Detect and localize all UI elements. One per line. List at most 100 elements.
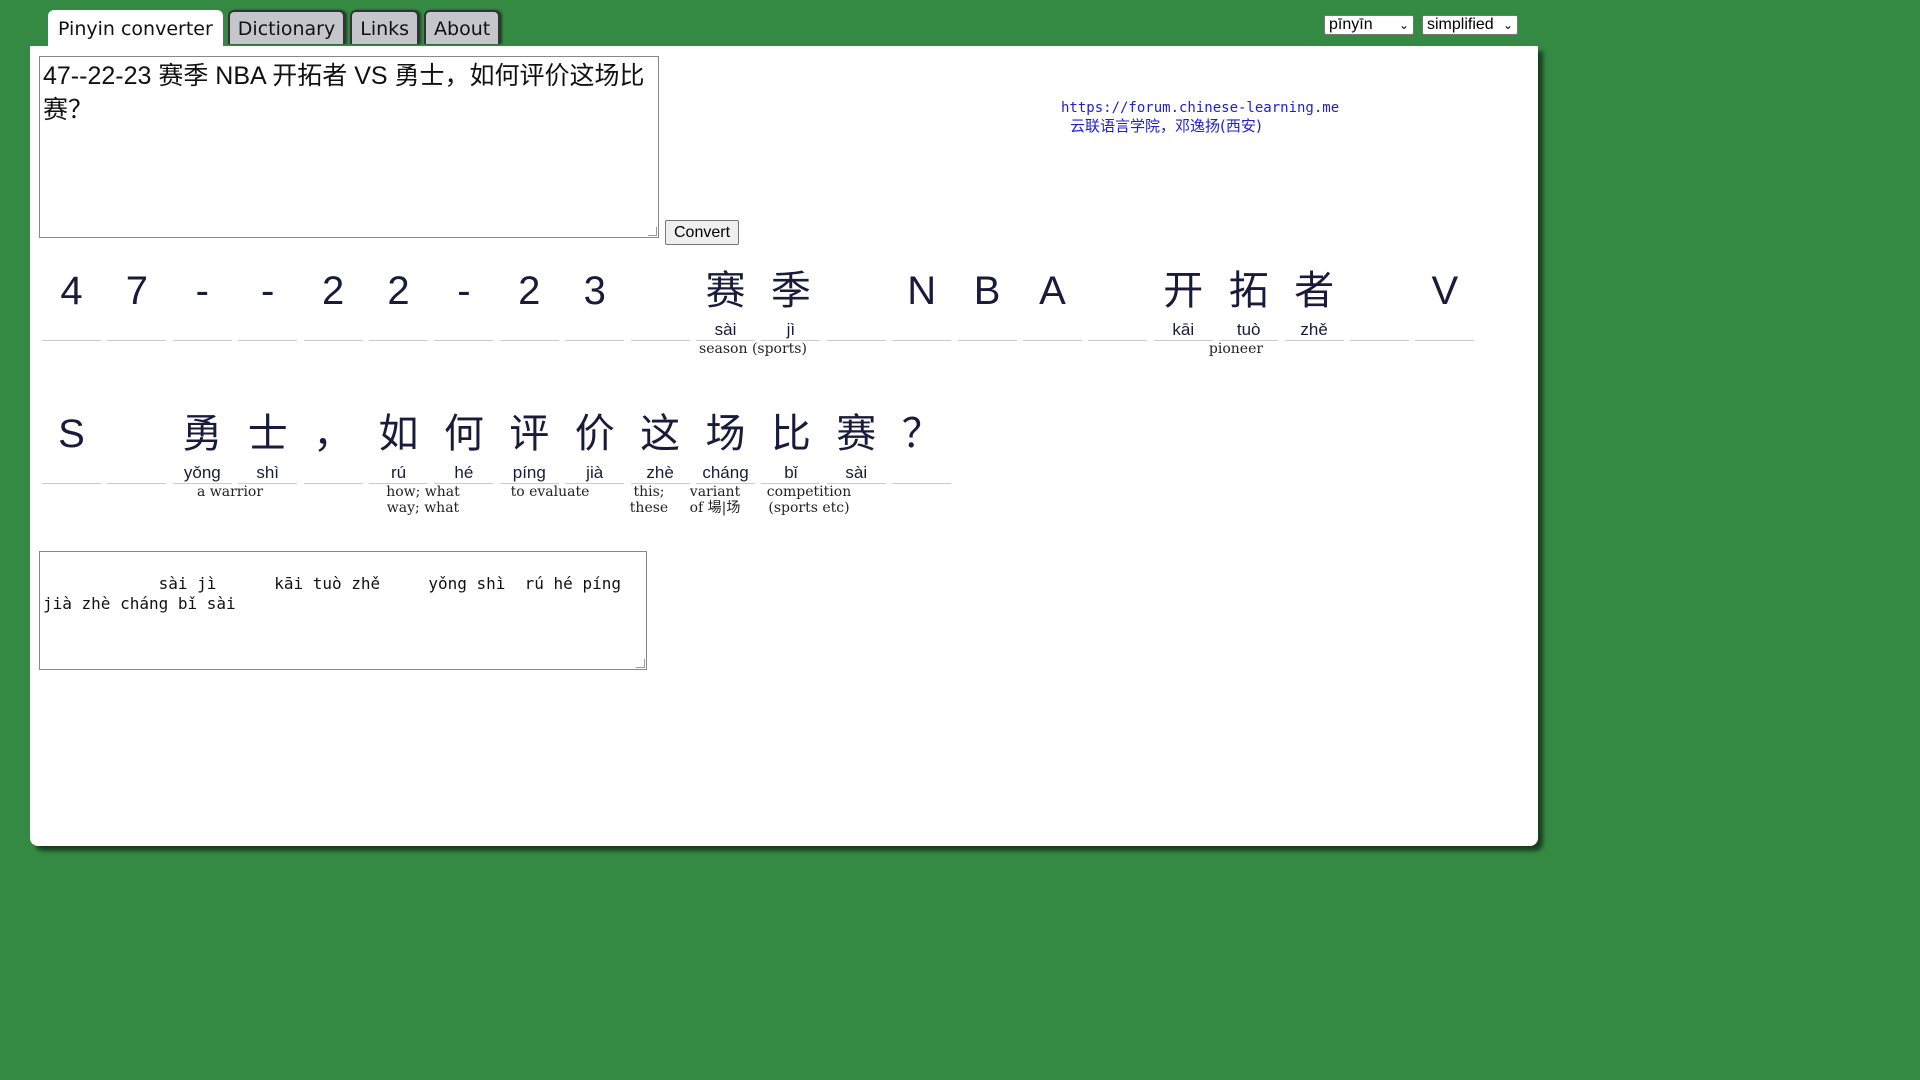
hanzi-char: ， xyxy=(313,412,354,456)
gloss-this: this; these xyxy=(629,484,669,516)
hanzi-char: 士 xyxy=(247,412,288,456)
tab-pinyin-converter[interactable]: Pinyin converter xyxy=(48,10,223,47)
script-select-value: simplified xyxy=(1427,16,1494,33)
pinyin-syllable: kāi xyxy=(1172,320,1195,339)
char-cell: 这 zhè xyxy=(630,401,690,484)
tab-links[interactable]: Links xyxy=(350,10,420,44)
chevron-down-icon: ⌄ xyxy=(1398,18,1409,32)
tab-bar: Pinyin converter Dictionary Links About xyxy=(48,10,501,47)
hanzi-char: S xyxy=(58,412,85,456)
char-cell: 3 xyxy=(565,258,625,341)
hanzi-char: 场 xyxy=(705,412,746,456)
hanzi-char: 何 xyxy=(443,412,484,456)
char-cell xyxy=(1088,258,1148,341)
hanzi-char: 比 xyxy=(770,412,811,456)
pinyin-syllable: sài xyxy=(845,463,868,482)
char-cell xyxy=(107,401,167,484)
char-cell: - xyxy=(172,258,232,341)
tab-about[interactable]: About xyxy=(424,10,501,44)
hanzi-char: 2 xyxy=(321,269,345,313)
hanzi-char: 这 xyxy=(640,412,681,456)
hanzi-char: 评 xyxy=(509,412,550,456)
char-cell: 勇 yǒng xyxy=(172,401,232,484)
hanzi-char: V xyxy=(1431,269,1459,313)
output-text: sài jì kāi tuò zhě yǒng shì rú hé píng j… xyxy=(43,574,631,613)
char-cell: 开 kāi xyxy=(1153,258,1213,341)
hanzi-char: A xyxy=(1039,269,1066,313)
option-selects: pīnyīn ⌄ simplified ⌄ xyxy=(1324,15,1518,35)
gloss-pioneer: pioneer xyxy=(1208,341,1264,357)
pinyin-syllable: jì xyxy=(786,320,796,339)
hanzi-char: 拓 xyxy=(1228,269,1269,313)
char-cell: 赛 sài xyxy=(696,258,755,341)
hanzi-char: 3 xyxy=(583,269,606,313)
char-cell: 2 xyxy=(369,258,428,341)
char-cell: 评 píng xyxy=(499,401,559,484)
gloss-evaluate: to evaluate xyxy=(510,484,590,500)
hanzi-char: 开 xyxy=(1163,269,1204,313)
gloss-warrior: a warrior xyxy=(196,484,264,500)
char-cell: 拓 tuò xyxy=(1219,258,1279,341)
convert-button[interactable]: Convert xyxy=(665,220,740,245)
char-cell: 价 jià xyxy=(565,401,625,484)
romanization-select-value: pīnyīn xyxy=(1329,16,1373,33)
romanization-select[interactable]: pīnyīn ⌄ xyxy=(1324,15,1414,35)
credit-block: https://forum.chinese-learning.me 云联语言学院… xyxy=(1061,99,1339,135)
hanzi-char: 季 xyxy=(770,269,811,313)
pinyin-syllable: sài xyxy=(714,320,737,339)
hanzi-char: 4 xyxy=(60,269,83,313)
char-cell: 士 shì xyxy=(238,401,298,484)
hanzi-char: 如 xyxy=(378,412,419,456)
char-cell xyxy=(630,258,690,341)
resize-handle-icon[interactable] xyxy=(648,227,657,236)
char-cell: 何 hé xyxy=(434,401,494,484)
hanzi-char: - xyxy=(195,269,209,313)
script-select[interactable]: simplified ⌄ xyxy=(1422,15,1518,35)
char-cell: ， xyxy=(303,401,363,484)
input-text: 47--22-23 赛季 NBA 开拓者 VS 勇士，如何评价这场比赛？ xyxy=(43,62,645,124)
hanzi-char: - xyxy=(261,269,275,313)
char-cell: B xyxy=(957,258,1017,341)
hanzi-char: ？ xyxy=(901,412,942,456)
hanzi-char: 赛 xyxy=(705,269,746,313)
pinyin-syllable: rú xyxy=(390,463,407,482)
hanzi-char: 者 xyxy=(1294,269,1335,313)
hanzi-char: N xyxy=(907,269,937,313)
gloss-competition: competition (sports etc) xyxy=(766,484,852,516)
pinyin-syllable: zhè xyxy=(646,463,674,482)
char-cell: 如 rú xyxy=(369,401,428,484)
hanzi-char: 价 xyxy=(574,412,615,456)
resize-handle-icon[interactable] xyxy=(636,659,645,668)
hanzi-char: B xyxy=(973,269,1001,313)
hanzi-char: 赛 xyxy=(836,412,877,456)
pinyin-syllable: píng xyxy=(512,463,546,482)
gloss-chang: variant of 場|场 xyxy=(689,484,741,516)
chevron-down-icon: ⌄ xyxy=(1502,18,1513,32)
char-cell: 4 xyxy=(42,258,101,341)
gloss-season: season (sports) xyxy=(699,341,807,357)
char-cell: - xyxy=(238,258,298,341)
forum-link[interactable]: https://forum.chinese-learning.me xyxy=(1061,99,1339,117)
char-cell xyxy=(826,258,886,341)
pinyin-syllable: bǐ xyxy=(784,463,798,482)
pinyin-syllable: hé xyxy=(454,463,474,482)
gloss-how: how; what way; what xyxy=(386,484,460,516)
school-credit: 云联语言学院，邓逸扬(西安) xyxy=(1070,117,1262,135)
chinese-input-textarea[interactable]: 47--22-23 赛季 NBA 开拓者 VS 勇士，如何评价这场比赛？ xyxy=(39,56,659,238)
char-cell: N xyxy=(892,258,952,341)
pinyin-syllable: zhě xyxy=(1300,320,1328,339)
char-cell: 7 xyxy=(107,258,167,341)
char-cell: 者 zhě xyxy=(1284,258,1344,341)
char-cell: 赛 sài xyxy=(826,401,886,484)
pinyin-syllable: jià xyxy=(586,463,604,482)
main-panel: 47--22-23 赛季 NBA 开拓者 VS 勇士，如何评价这场比赛？ Con… xyxy=(30,46,1538,846)
hanzi-char: 勇 xyxy=(182,412,223,456)
hanzi-char: 2 xyxy=(518,269,541,313)
char-cell: S xyxy=(42,401,101,484)
pinyin-syllable: shì xyxy=(256,463,280,482)
pinyin-output-textarea[interactable]: sài jì kāi tuò zhě yǒng shì rú hé píng j… xyxy=(39,551,647,670)
tab-dictionary[interactable]: Dictionary xyxy=(227,10,346,44)
hanzi-char: 7 xyxy=(125,269,149,313)
char-cell: 场 cháng xyxy=(696,401,755,484)
char-cell: V xyxy=(1415,258,1475,341)
